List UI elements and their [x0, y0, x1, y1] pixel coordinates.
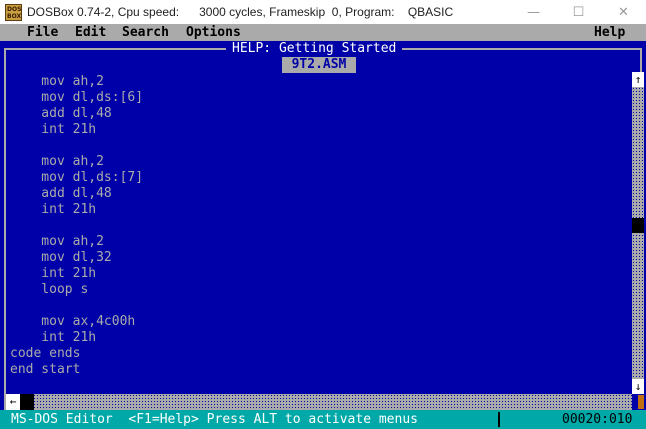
menu-help[interactable]: Help	[594, 25, 625, 41]
dos-screen: File Edit Search Options Help HELP: Gett…	[0, 24, 646, 429]
code-line[interactable]: mov dl,ds:[7]	[10, 170, 143, 186]
minimize-icon: —	[527, 4, 540, 20]
code-line[interactable]: int 21h	[10, 330, 96, 346]
status-bar: MS-DOS Editor <F1=Help> Press ALT to act…	[0, 410, 646, 429]
code-line[interactable]: mov ax,4c00h	[10, 314, 135, 330]
help-window-title[interactable]: HELP: Getting Started	[226, 41, 403, 57]
status-divider	[498, 412, 506, 427]
menu-bar: File Edit Search Options Help	[0, 24, 646, 41]
menu-search[interactable]: Search	[122, 25, 169, 41]
scroll-down-arrow-icon[interactable]: ↓	[632, 379, 644, 394]
app-icon-label-top: DOS	[7, 6, 22, 13]
scroll-up-arrow-icon[interactable]: ↑	[632, 72, 644, 87]
menu-edit[interactable]: Edit	[75, 25, 106, 41]
window-frame-right	[640, 48, 642, 72]
code-line[interactable]: add dl,48	[10, 186, 111, 202]
code-line[interactable]: mov ah,2	[10, 154, 104, 170]
vertical-scroll-thumb[interactable]	[632, 218, 644, 233]
menu-file[interactable]: File	[27, 25, 58, 41]
scroll-left-arrow-icon[interactable]: ←	[6, 394, 20, 410]
horizontal-scrollbar[interactable]: ←	[6, 394, 632, 410]
code-line[interactable]: mov ah,2	[10, 234, 104, 250]
status-message: MS-DOS Editor <F1=Help> Press ALT to act…	[11, 412, 418, 427]
window-frame-left	[4, 48, 6, 417]
dosbox-app-icon: DOS BOX	[5, 4, 22, 21]
code-line[interactable]: code ends	[10, 346, 80, 362]
vertical-scroll-track[interactable]	[632, 87, 644, 379]
code-line[interactable]: int 21h	[10, 202, 96, 218]
horizontal-scroll-thumb[interactable]	[20, 394, 34, 410]
code-line[interactable]: int 21h	[10, 122, 96, 138]
vertical-scrollbar[interactable]: ↑ ↓	[632, 72, 644, 394]
code-line[interactable]: add dl,48	[10, 106, 111, 122]
minimize-button[interactable]: —	[511, 0, 556, 24]
code-line[interactable]: mov dl,ds:[6]	[10, 90, 143, 106]
code-line[interactable]: mov ah,2	[10, 74, 104, 90]
app-icon-label-bottom: BOX	[7, 13, 22, 20]
code-line[interactable]: loop s	[10, 282, 88, 298]
window-title: DOSBox 0.74-2, Cpu speed: 3000 cycles, F…	[27, 5, 454, 19]
close-icon: ✕	[618, 4, 629, 20]
close-button[interactable]: ✕	[601, 0, 646, 24]
cursor-position: 00020:010	[562, 412, 633, 427]
maximize-button[interactable]: ☐	[556, 0, 601, 24]
code-line[interactable]: end start	[10, 362, 80, 378]
code-line[interactable]: mov dl,32	[10, 250, 111, 266]
file-title-tab[interactable]: 9T2.ASM	[282, 57, 356, 73]
code-line[interactable]: int 21h	[10, 266, 96, 282]
window-titlebar[interactable]: DOS BOX DOSBox 0.74-2, Cpu speed: 3000 c…	[0, 0, 646, 24]
scroll-right-arrow-icon[interactable]	[638, 395, 644, 409]
menu-options[interactable]: Options	[186, 25, 241, 41]
maximize-icon: ☐	[572, 4, 585, 20]
